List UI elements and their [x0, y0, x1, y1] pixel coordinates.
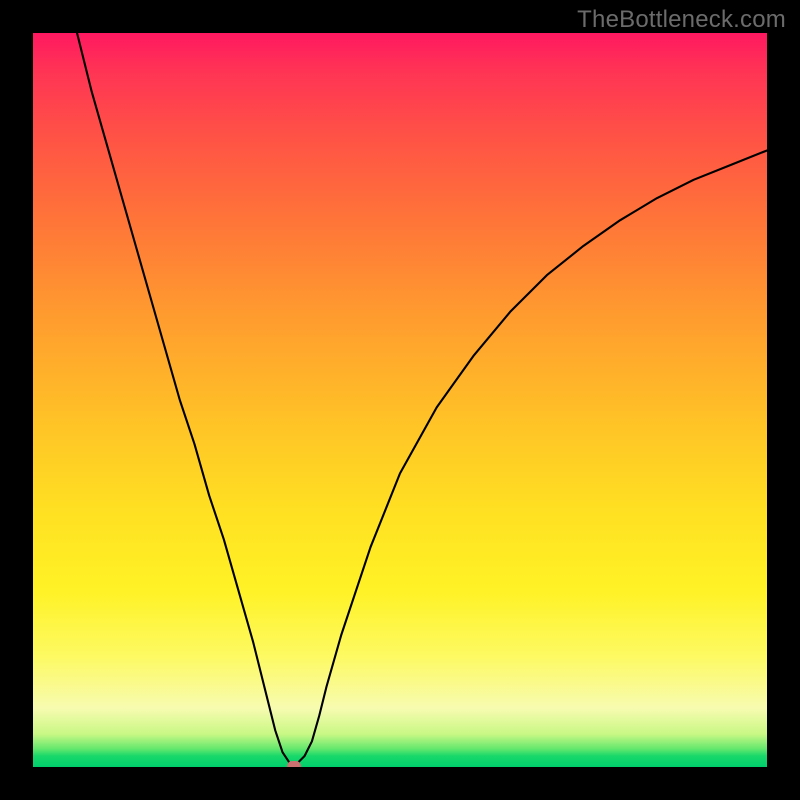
- curve-svg: [33, 33, 767, 767]
- bottleneck-curve: [77, 33, 767, 763]
- chart-stage: TheBottleneck.com: [0, 0, 800, 800]
- plot-area: [33, 33, 767, 767]
- watermark-text: TheBottleneck.com: [577, 6, 786, 34]
- minimum-marker: [287, 761, 301, 767]
